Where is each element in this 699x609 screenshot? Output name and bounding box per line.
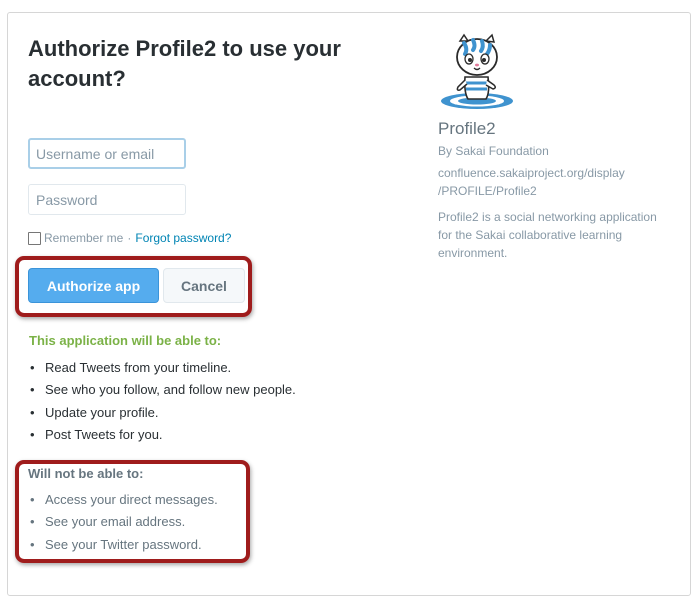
app-name: Profile2 [438,119,496,138]
page-title: Authorize Profile2 to use your account? [28,36,341,91]
remember-label: Remember me [44,231,124,245]
cannot-permissions-heading: Will not be able to: [28,466,144,481]
app-url-line1[interactable]: confluence.sakaiproject.org/display [438,164,625,183]
app-developer: By Sakai Foundation [438,144,549,158]
list-item: Access your direct messages. [30,490,218,512]
app-description: Profile2 is a social networking applicat… [438,210,657,260]
cancel-button[interactable]: Cancel [163,268,245,303]
authorize-app-button[interactable]: Authorize app [28,268,159,303]
username-input[interactable] [28,138,186,169]
app-url-line2[interactable]: /PROFILE/Profile2 [438,182,537,201]
forgot-password-link[interactable]: Forgot password? [135,231,231,245]
list-item: Update your profile. [30,403,296,425]
list-item: Read Tweets from your timeline. [30,358,296,380]
can-permissions-list: Read Tweets from your timeline. See who … [30,358,296,447]
list-item: Post Tweets for you. [30,425,296,447]
password-input[interactable] [28,184,186,215]
cat-mascot-icon [438,33,516,111]
remember-row: Remember me · Forgot password? [28,230,231,246]
list-item: See your email address. [30,512,218,534]
list-item: See who you follow, and follow new peopl… [30,380,296,402]
cannot-permissions-list: Access your direct messages. See your em… [30,490,218,557]
remember-checkbox[interactable] [28,231,41,245]
separator: · [127,231,132,245]
can-permissions-heading: This application will be able to: [29,333,222,348]
list-item: See your Twitter password. [30,535,218,557]
